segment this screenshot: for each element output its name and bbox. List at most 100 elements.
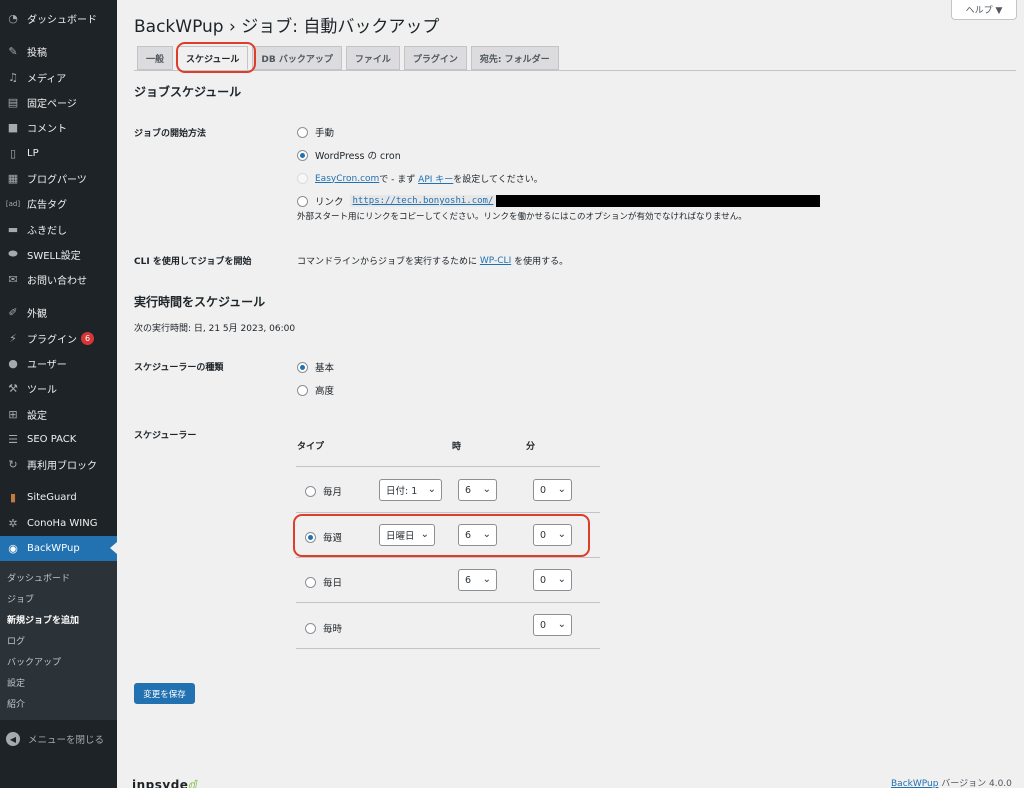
tab-files[interactable]: ファイル bbox=[345, 46, 400, 70]
submenu-logs[interactable]: ログ bbox=[0, 630, 117, 651]
menu-plugins[interactable]: ⚡ プラグイン 6 bbox=[0, 326, 117, 351]
tab-destination-folder[interactable]: 宛先: フォルダー bbox=[470, 46, 559, 70]
table-divider bbox=[296, 648, 600, 649]
siteguard-icon: ▮ bbox=[9, 491, 17, 505]
scheduler-label: スケジューラー bbox=[134, 431, 197, 441]
easycron-link[interactable]: EasyCron.com bbox=[315, 174, 379, 184]
reuse-icon: ↻ bbox=[8, 458, 18, 472]
media-icon: ♫ bbox=[8, 70, 18, 84]
toggle-icon: ⬬ bbox=[8, 247, 18, 261]
menu-balloon[interactable]: ▬ ふきだし bbox=[0, 216, 117, 241]
wrench-icon: ⚒ bbox=[8, 382, 18, 396]
balloon-icon: ▬ bbox=[7, 222, 19, 236]
submenu-about[interactable]: 紹介 bbox=[0, 693, 117, 714]
backwpup-submenu: ダッシュボード ジョブ 新規ジョブを追加 ログ バックアップ 設定 紹介 bbox=[0, 561, 117, 721]
weekly-row-highlight bbox=[293, 514, 590, 557]
plugin-icon: ⚡ bbox=[9, 331, 17, 345]
start-manual-option[interactable]: 手動 bbox=[297, 125, 334, 139]
menu-reusable-blocks[interactable]: ↻ 再利用ブロック bbox=[0, 452, 117, 477]
schedule-monthly-option[interactable]: 毎月 bbox=[305, 484, 342, 498]
scheduler-advanced-option[interactable]: 高度 bbox=[297, 383, 334, 397]
menu-pages[interactable]: ▤ 固定ページ bbox=[0, 90, 117, 115]
schedule-hourly-option[interactable]: 毎時 bbox=[305, 621, 342, 635]
menu-siteguard[interactable]: ▮ SiteGuard bbox=[0, 485, 117, 510]
table-divider bbox=[296, 557, 600, 558]
daily-radio[interactable] bbox=[305, 576, 316, 588]
daily-hour-select[interactable]: 6 ⌄ bbox=[458, 569, 497, 591]
tab-general[interactable]: 一般 bbox=[137, 46, 174, 70]
user-icon: ● bbox=[8, 357, 18, 370]
link-description: 外部スタート用にリンクをコピーしてください。リンクを働かせるにはこのオプションが… bbox=[297, 212, 747, 222]
menu-adtag[interactable]: [ad] 広告タグ bbox=[0, 191, 117, 216]
start-wpcron-option[interactable]: WordPress の cron bbox=[297, 148, 401, 162]
menu-settings[interactable]: ⊞ 設定 bbox=[0, 401, 117, 426]
chevron-down-icon: ⌄ bbox=[557, 619, 566, 630]
dashboard-icon: ◔ bbox=[8, 12, 18, 26]
schedule-daily-option[interactable]: 毎日 bbox=[305, 575, 342, 589]
menu-comments[interactable]: ■ コメント bbox=[0, 115, 117, 140]
tab-divider bbox=[134, 70, 1016, 71]
menu-lp[interactable]: ▯ LP bbox=[0, 140, 117, 165]
page-icon: ▤ bbox=[7, 96, 19, 110]
menu-dashboard[interactable]: ◔ ダッシュボード bbox=[0, 6, 117, 31]
save-changes-button[interactable]: 変更を保存 bbox=[134, 683, 195, 704]
scheduler-basic-option[interactable]: 基本 bbox=[297, 360, 334, 374]
start-link-radio[interactable] bbox=[297, 195, 308, 207]
submenu-jobs[interactable]: ジョブ bbox=[0, 588, 117, 609]
start-link-url[interactable]: https://tech.bonyoshi.com/ bbox=[349, 195, 497, 207]
section-exec-schedule: 実行時間をスケジュール bbox=[134, 295, 266, 309]
page-title: BackWPup › ジョブ: 自動バックアップ bbox=[134, 17, 440, 37]
menu-users[interactable]: ● ユーザー bbox=[0, 351, 117, 376]
hourly-min-select[interactable]: 0 ⌄ bbox=[533, 614, 572, 636]
start-link-option[interactable]: リンク https://tech.bonyoshi.com/ bbox=[297, 194, 821, 208]
chevron-down-icon: ⌄ bbox=[557, 484, 566, 495]
monthly-hour-select[interactable]: 6 ⌄ bbox=[458, 479, 497, 501]
menu-seopack[interactable]: ☰ SEO PACK bbox=[0, 427, 117, 452]
monthly-min-select[interactable]: 0 ⌄ bbox=[533, 479, 572, 501]
submenu-backups[interactable]: バックアップ bbox=[0, 651, 117, 672]
col-type-header: タイプ bbox=[297, 442, 325, 452]
settings-icon: ⊞ bbox=[8, 407, 18, 421]
section-job-schedule: ジョブスケジュール bbox=[134, 85, 242, 99]
table-divider bbox=[296, 512, 600, 513]
footer-version: BackWPup バージョン 4.0.0 bbox=[891, 779, 1012, 788]
tab-db-backup[interactable]: DB バックアップ bbox=[252, 46, 342, 70]
gear-icon: ✲ bbox=[8, 516, 18, 530]
start-wpcron-radio[interactable] bbox=[297, 149, 308, 161]
blogparts-icon: ▦ bbox=[7, 171, 19, 185]
menu-backwpup[interactable]: ◉ BackWPup bbox=[0, 535, 117, 562]
wp-cli-link[interactable]: WP-CLI bbox=[480, 256, 511, 266]
submenu-dashboard[interactable]: ダッシュボード bbox=[0, 567, 117, 588]
scheduler-advanced-radio[interactable] bbox=[297, 384, 308, 396]
menu-blogparts[interactable]: ▦ ブログパーツ bbox=[0, 166, 117, 191]
submenu-settings[interactable]: 設定 bbox=[0, 672, 117, 693]
monthly-day-select[interactable]: 日付: 1 ⌄ bbox=[379, 479, 442, 501]
menu-contact[interactable]: ✉ お問い合わせ bbox=[0, 267, 117, 292]
menu-swell[interactable]: ⬬ SWELL設定 bbox=[0, 242, 117, 267]
scheduler-basic-radio[interactable] bbox=[297, 361, 308, 373]
menu-media[interactable]: ♫ メディア bbox=[0, 65, 117, 90]
start-easycron-radio bbox=[297, 173, 308, 184]
pin-icon: ✎ bbox=[8, 45, 18, 59]
menu-appearance[interactable]: ✐ 外観 bbox=[0, 300, 117, 325]
tab-plugins[interactable]: プラグイン bbox=[403, 46, 467, 70]
collapse-menu-button[interactable]: ◀ メニューを閉じる bbox=[0, 724, 117, 754]
chevron-down-icon: ⌄ bbox=[427, 484, 436, 495]
hourly-radio[interactable] bbox=[305, 622, 316, 634]
menu-tools[interactable]: ⚒ ツール bbox=[0, 376, 117, 401]
start-method-label: ジョブの開始方法 bbox=[134, 129, 207, 139]
comment-icon: ■ bbox=[7, 121, 19, 135]
collapse-arrow-icon: ◀ bbox=[6, 732, 20, 747]
start-manual-radio[interactable] bbox=[297, 126, 308, 138]
help-button[interactable]: ヘルプ ▼ bbox=[951, 0, 1017, 20]
monthly-radio[interactable] bbox=[305, 485, 316, 497]
scheduler-type-label: スケジューラーの種類 bbox=[134, 363, 224, 373]
backwpup-footer-link[interactable]: BackWPup bbox=[891, 779, 938, 788]
inpsyde-logo[interactable]: inpsydeⅆ bbox=[132, 778, 198, 788]
submenu-add-job[interactable]: 新規ジョブを追加 bbox=[0, 609, 117, 630]
menu-posts[interactable]: ✎ 投稿 bbox=[0, 39, 117, 64]
api-key-link[interactable]: API キー bbox=[418, 172, 453, 185]
redacted-block bbox=[496, 195, 821, 207]
menu-conoha[interactable]: ✲ ConoHa WING bbox=[0, 511, 117, 536]
daily-min-select[interactable]: 0 ⌄ bbox=[533, 569, 572, 591]
